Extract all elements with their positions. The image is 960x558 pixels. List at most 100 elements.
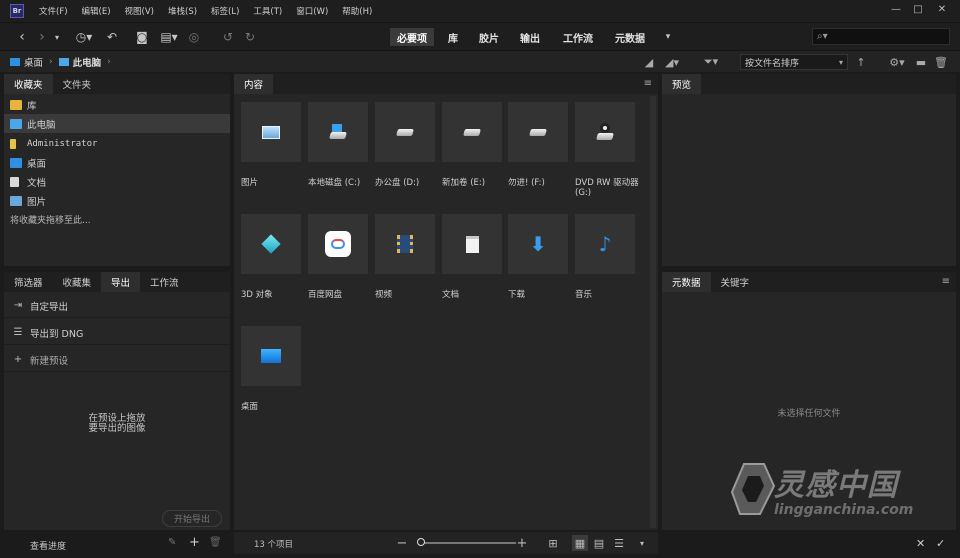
favorite-item-library[interactable]: 库 <box>4 95 230 114</box>
workspace-dropdown-icon[interactable]: ▾ <box>662 29 674 45</box>
dvd-drive-icon <box>595 123 615 141</box>
watermark-url: lingganchina.com <box>774 502 914 518</box>
workspace-tab-output[interactable]: 输出 <box>512 28 548 46</box>
export-item-custom[interactable]: ⇥ 自定导出 <box>4 294 230 318</box>
zoom-in-icon[interactable]: + <box>516 535 528 551</box>
sort-ascending-icon[interactable]: ↑ <box>854 54 868 70</box>
tab-favorites[interactable]: 收藏夹 <box>4 74 53 94</box>
view-list-icon[interactable]: ☰ <box>612 535 626 551</box>
tab-folders[interactable]: 文件夹 <box>53 74 102 94</box>
tile-dvd-drive-g[interactable] <box>575 102 635 162</box>
breadcrumb-desktop[interactable]: 桌面 <box>0 55 43 69</box>
breadcrumb-this-pc[interactable]: 此电脑 <box>55 55 101 69</box>
menu-stack[interactable]: 堆栈(S) <box>161 5 204 17</box>
view-dropdown-icon[interactable]: ▾ <box>636 535 648 551</box>
open-in-camera-raw-icon[interactable]: ◎ <box>186 29 202 45</box>
workspace-tab-workflow[interactable]: 工作流 <box>556 28 600 46</box>
panel-menu-icon[interactable]: ≡ <box>942 276 950 287</box>
tab-content[interactable]: 内容 <box>234 74 274 94</box>
quality-filter-icon[interactable]: ◢ <box>642 54 656 70</box>
view-thumbnails-icon[interactable]: ▦ <box>572 535 588 551</box>
tile-local-disk-c[interactable] <box>308 102 368 162</box>
workspace-tab-libraries[interactable]: 库 <box>440 28 466 46</box>
tile-documents[interactable] <box>442 214 502 274</box>
minimize-button[interactable]: — <box>886 1 906 17</box>
start-export-button[interactable]: 开始导出 <box>162 510 222 527</box>
tab-filter[interactable]: 筛选器 <box>4 272 53 292</box>
thumbnail-quality-dropdown-icon[interactable]: ◢▾ <box>660 54 684 70</box>
tile-downloads[interactable]: ⬇ <box>508 214 568 274</box>
cancel-icon[interactable]: ✕ <box>916 537 925 550</box>
panel-menu-icon[interactable]: ≡ <box>644 78 652 89</box>
tab-collections[interactable]: 收藏集 <box>53 272 102 292</box>
menu-file[interactable]: 文件(F) <box>32 5 75 17</box>
forward-arrow-icon[interactable]: › <box>34 29 50 45</box>
baidu-netdisk-icon <box>325 231 351 257</box>
tile-videos[interactable] <box>375 214 435 274</box>
workspace-tab-filmstrip[interactable]: 胶片 <box>472 28 506 46</box>
export-item-dng[interactable]: ☰ 导出到 DNG <box>4 321 230 345</box>
tile-3d-objects[interactable] <box>241 214 301 274</box>
desktop-folder-icon <box>10 57 20 66</box>
apply-check-icon[interactable]: ✓ <box>936 537 945 550</box>
new-folder-icon[interactable]: ▬ <box>914 54 928 70</box>
tile-music[interactable]: ♪ <box>575 214 635 274</box>
tile-baidu-netdisk[interactable] <box>308 214 368 274</box>
workspace-tab-metadata[interactable]: 元数据 <box>608 28 652 46</box>
zoom-out-icon[interactable]: − <box>396 535 408 551</box>
menu-view[interactable]: 视图(V) <box>118 5 161 17</box>
delete-icon[interactable]: 🗑 <box>934 54 948 70</box>
tile-label: 办公盘 (D:) <box>375 178 420 188</box>
favorite-item-this-pc[interactable]: 此电脑 <box>4 114 230 133</box>
new-preset-item[interactable]: + 新建预设 <box>4 348 230 372</box>
add-preset-icon[interactable]: + <box>189 535 200 550</box>
search-input[interactable]: ⌕▾ <box>812 28 950 45</box>
tab-metadata[interactable]: 元数据 <box>662 272 711 292</box>
filter-dropdown-icon[interactable]: ⏷▾ <box>698 54 724 70</box>
workspace-tab-essentials[interactable]: 必要项 <box>390 28 434 46</box>
toolbar: ‹ › ▾ ◷▾ ↶ ◙ ▤▾ ◎ ↺ ↻ 必要项 库 胶片 输出 工作流 元数… <box>0 22 960 50</box>
maximize-button[interactable]: □ <box>908 1 928 17</box>
tab-keywords[interactable]: 关键字 <box>711 272 760 292</box>
thumbnail-size-slider[interactable] <box>420 542 516 544</box>
tile-drive-f[interactable] <box>508 102 568 162</box>
rotate-right-icon[interactable]: ↻ <box>242 29 258 45</box>
view-details-icon[interactable]: ▤ <box>592 535 606 551</box>
windows-drive-icon <box>328 124 348 140</box>
grid-lock-icon[interactable]: ⊞ <box>546 535 560 551</box>
menu-window[interactable]: 窗口(W) <box>289 5 335 17</box>
favorite-item-documents[interactable]: 文档 <box>4 172 230 191</box>
rotate-left-icon[interactable]: ↺ <box>220 29 236 45</box>
menu-label[interactable]: 标签(L) <box>204 5 246 17</box>
delete-preset-icon[interactable]: 🗑 <box>209 537 222 548</box>
favorite-item-desktop[interactable]: 桌面 <box>4 153 230 172</box>
camera-import-icon[interactable]: ◙ <box>134 29 150 45</box>
tab-workflow[interactable]: 工作流 <box>140 272 189 292</box>
return-to-bridge-icon[interactable]: ↶ <box>104 29 120 45</box>
open-recent-file-icon[interactable]: ⚙▾ <box>884 54 910 70</box>
tile-drive-e[interactable] <box>442 102 502 162</box>
favorite-item-administrator[interactable]: Administrator <box>4 134 230 153</box>
refine-dropdown-icon[interactable]: ▤▾ <box>156 29 182 45</box>
tile-pictures[interactable] <box>241 102 301 162</box>
tab-preview[interactable]: 预览 <box>662 74 702 94</box>
menu-help[interactable]: 帮助(H) <box>335 5 379 17</box>
slider-handle[interactable] <box>417 538 425 546</box>
tile-label: 视频 <box>375 290 393 300</box>
close-window-button[interactable]: ✕ <box>932 1 952 17</box>
item-count: 13 个项目 <box>254 540 294 550</box>
favorite-item-pictures[interactable]: 图片 <box>4 191 230 210</box>
back-arrow-icon[interactable]: ‹ <box>14 29 30 45</box>
view-progress-link[interactable]: 查看进度 <box>30 539 66 552</box>
recent-history-icon[interactable]: ◷▾ <box>72 29 96 45</box>
content-scrollbar[interactable] <box>650 96 656 528</box>
tile-drive-d[interactable] <box>375 102 435 162</box>
tile-desktop[interactable] <box>241 326 301 386</box>
preview-tabbar: 预览 <box>662 74 956 94</box>
history-dropdown-icon[interactable]: ▾ <box>52 29 62 45</box>
edit-icon[interactable]: ✎ <box>168 537 176 548</box>
tab-export[interactable]: 导出 <box>101 272 141 292</box>
menu-edit[interactable]: 编辑(E) <box>75 5 118 17</box>
menu-tools[interactable]: 工具(T) <box>246 5 289 17</box>
sort-select[interactable]: 按文件名排序 ▾ <box>740 54 848 70</box>
